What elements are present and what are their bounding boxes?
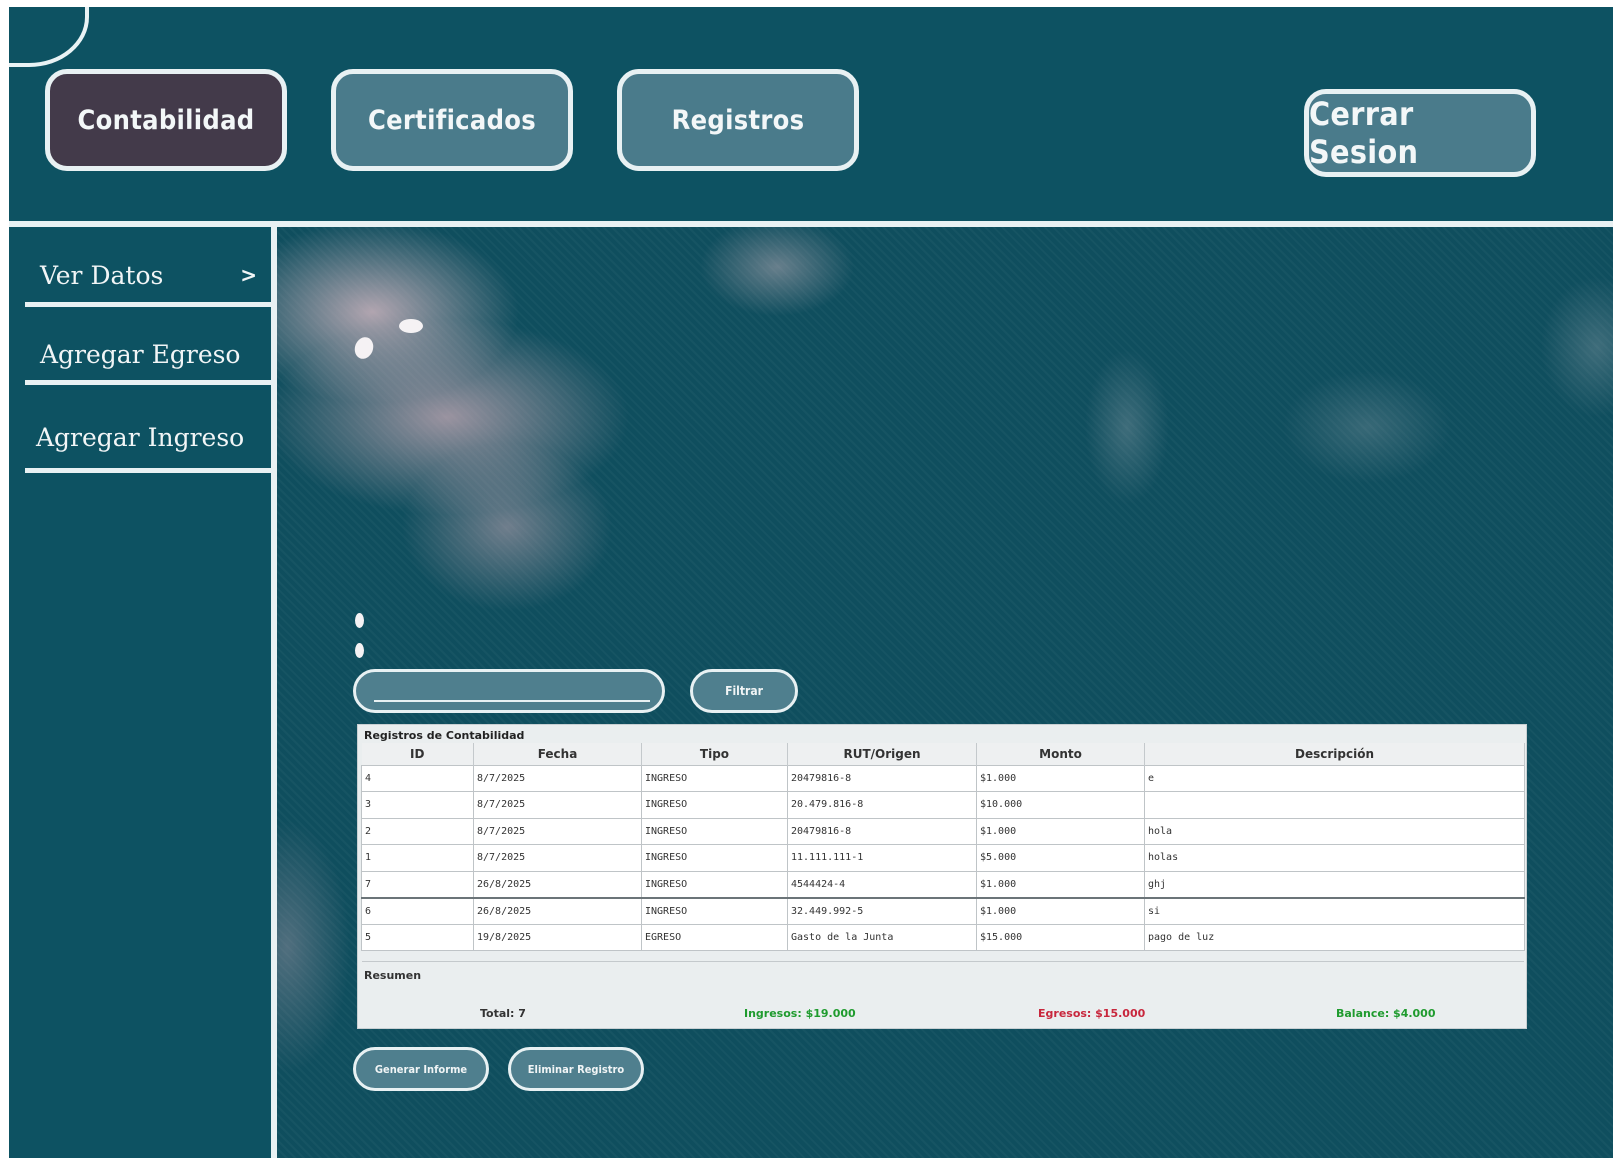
sidebar: Ver Datos > Agregar Egreso Agregar Ingre…	[9, 227, 271, 1158]
summary-ingresos: Ingresos: $19.000	[744, 1007, 856, 1020]
cell-fecha: 26/8/2025	[473, 870, 642, 898]
cell-descripcion: ghj	[1144, 870, 1525, 898]
top-header: Contabilidad Certificados Registros Cerr…	[9, 7, 1613, 223]
cell-descripcion: si	[1144, 896, 1525, 925]
cell-descripcion	[1144, 791, 1525, 819]
table-row[interactable]: 1 8/7/2025 INGRESO 11.111.111-1 $5.000 h…	[361, 844, 1525, 872]
cell-id: 6	[361, 896, 474, 925]
cell-descripcion: e	[1144, 764, 1525, 792]
records-panel: Registros de Contabilidad ID Fecha Tipo …	[357, 724, 1527, 1029]
column-header-fecha[interactable]: Fecha	[473, 743, 642, 765]
main-content: Filtrar Registros de Contabilidad ID Fec…	[277, 227, 1613, 1158]
column-header-tipo[interactable]: Tipo	[641, 743, 788, 765]
cell-id: 4	[361, 764, 474, 792]
sidebar-item-label: Agregar Ingreso	[36, 422, 245, 452]
app-window: Contabilidad Certificados Registros Cerr…	[9, 7, 1613, 1158]
cell-monto: $1.000	[976, 870, 1145, 898]
sidebar-underline	[25, 468, 271, 473]
cell-monto: $10.000	[976, 791, 1145, 819]
column-header-id[interactable]: ID	[361, 743, 474, 765]
summary-divider	[362, 961, 1524, 962]
records-table: ID Fecha Tipo RUT/Origen Monto Descripci…	[361, 743, 1525, 951]
cell-id: 5	[361, 923, 474, 951]
table-header-row: ID Fecha Tipo RUT/Origen Monto Descripci…	[361, 743, 1525, 765]
table-row[interactable]: 6 26/8/2025 INGRESO 32.449.992-5 $1.000 …	[361, 896, 1525, 925]
table-row[interactable]: 2 8/7/2025 INGRESO 20479816-8 $1.000 hol…	[361, 817, 1525, 845]
cell-descripcion: pago de luz	[1144, 923, 1525, 951]
cell-rut: 20479816-8	[787, 817, 977, 845]
cell-id: 1	[361, 844, 474, 872]
cell-monto: $1.000	[976, 896, 1145, 925]
decorative-dot	[355, 643, 364, 658]
filter-button[interactable]: Filtrar	[690, 669, 798, 713]
tab-contabilidad[interactable]: Contabilidad	[45, 69, 287, 171]
cell-tipo: INGRESO	[641, 764, 788, 792]
cell-rut: 4544424-4	[787, 870, 977, 898]
corner-decoration	[9, 7, 89, 67]
cell-rut: 20479816-8	[787, 764, 977, 792]
sidebar-item-label: Agregar Egreso	[40, 339, 241, 369]
cell-rut: 20.479.816-8	[787, 791, 977, 819]
summary-title: Resumen	[364, 969, 422, 982]
cell-id: 2	[361, 817, 474, 845]
summary-total: Total: 7	[480, 1007, 526, 1020]
panel-title: Registros de Contabilidad	[364, 729, 525, 742]
cell-tipo: INGRESO	[641, 870, 788, 898]
filter-input[interactable]	[374, 682, 650, 702]
cell-monto: $1.000	[976, 764, 1145, 792]
table-row[interactable]: 7 26/8/2025 INGRESO 4544424-4 $1.000 ghj	[361, 870, 1525, 898]
cell-tipo: INGRESO	[641, 896, 788, 925]
sidebar-item-label: Ver Datos	[40, 260, 164, 290]
cell-rut: 32.449.992-5	[787, 896, 977, 925]
filter-input-container[interactable]	[353, 669, 665, 713]
cell-fecha: 8/7/2025	[473, 817, 642, 845]
chevron-right-icon: >	[240, 263, 257, 287]
cell-monto: $1.000	[976, 817, 1145, 845]
decorative-dot	[355, 613, 364, 628]
table-row[interactable]: 3 8/7/2025 INGRESO 20.479.816-8 $10.000	[361, 791, 1525, 819]
cell-descripcion: holas	[1144, 844, 1525, 872]
sidebar-item-agregar-egreso[interactable]: Agregar Egreso	[25, 323, 271, 385]
cell-id: 3	[361, 791, 474, 819]
cell-fecha: 8/7/2025	[473, 791, 642, 819]
cell-monto: $5.000	[976, 844, 1145, 872]
decorative-dot	[399, 319, 423, 333]
cell-tipo: INGRESO	[641, 817, 788, 845]
cell-descripcion: hola	[1144, 817, 1525, 845]
column-header-monto[interactable]: Monto	[976, 743, 1145, 765]
sidebar-underline	[25, 380, 271, 385]
sidebar-item-ver-datos[interactable]: Ver Datos >	[25, 243, 271, 307]
cell-monto: $15.000	[976, 923, 1145, 951]
tab-registros[interactable]: Registros	[617, 69, 859, 171]
column-header-rut[interactable]: RUT/Origen	[787, 743, 977, 765]
cell-tipo: INGRESO	[641, 844, 788, 872]
cell-id: 7	[361, 870, 474, 898]
column-header-descripcion[interactable]: Descripción	[1144, 743, 1525, 765]
decorative-dot	[351, 334, 377, 362]
cell-rut: 11.111.111-1	[787, 844, 977, 872]
sidebar-underline	[25, 302, 271, 307]
tab-certificados[interactable]: Certificados	[331, 69, 573, 171]
summary-egresos: Egresos: $15.000	[1038, 1007, 1146, 1020]
logout-button[interactable]: Cerrar Sesion	[1304, 89, 1536, 177]
generate-report-button[interactable]: Generar Informe	[353, 1047, 489, 1091]
cell-tipo: EGRESO	[641, 923, 788, 951]
sidebar-item-agregar-ingreso[interactable]: Agregar Ingreso	[25, 401, 271, 473]
delete-record-button[interactable]: Eliminar Registro	[508, 1047, 644, 1091]
summary-balance: Balance: $4.000	[1336, 1007, 1436, 1020]
cell-fecha: 8/7/2025	[473, 844, 642, 872]
table-row[interactable]: 4 8/7/2025 INGRESO 20479816-8 $1.000 e	[361, 764, 1525, 792]
cell-fecha: 26/8/2025	[473, 896, 642, 925]
cell-fecha: 8/7/2025	[473, 764, 642, 792]
cell-fecha: 19/8/2025	[473, 923, 642, 951]
cell-tipo: INGRESO	[641, 791, 788, 819]
cell-rut: Gasto de la Junta	[787, 923, 977, 951]
table-row[interactable]: 5 19/8/2025 EGRESO Gasto de la Junta $15…	[361, 923, 1525, 951]
